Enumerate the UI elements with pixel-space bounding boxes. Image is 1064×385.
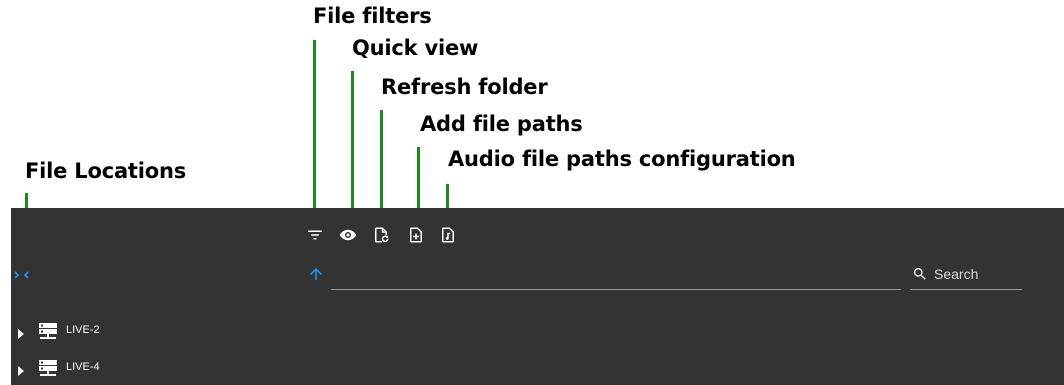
- eye-icon[interactable]: [339, 226, 357, 244]
- search-icon: [912, 266, 928, 282]
- refresh-file-icon[interactable]: [372, 226, 390, 244]
- caret-right-icon[interactable]: [17, 363, 25, 376]
- caret-right-icon[interactable]: [17, 326, 25, 339]
- tree-item-label: LIVE-4: [66, 361, 100, 373]
- annotation-refresh-folder: Refresh folder: [381, 75, 548, 99]
- tree-item-label: LIVE-2: [66, 324, 100, 336]
- annotation-quick-view: Quick view: [352, 36, 479, 60]
- filter-icon[interactable]: [306, 226, 324, 244]
- audio-file-icon[interactable]: [439, 226, 457, 244]
- leader-line-file-filters: [313, 40, 316, 222]
- server-icon: [38, 359, 58, 377]
- server-icon: [38, 322, 58, 340]
- add-file-icon[interactable]: [407, 226, 425, 244]
- annotation-add-file-paths: Add file paths: [420, 112, 583, 136]
- tree-item[interactable]: LIVE-4: [11, 357, 271, 379]
- search-input[interactable]: [934, 264, 1022, 284]
- annotation-file-locations: File Locations: [25, 159, 187, 183]
- annotation-file-filters: File filters: [313, 4, 432, 28]
- annotation-audio-config: Audio file paths configuration: [448, 147, 796, 171]
- collapse-sidebar-icon[interactable]: [13, 268, 31, 282]
- tree-item[interactable]: LIVE-2: [11, 320, 271, 342]
- search-box[interactable]: [910, 260, 1022, 290]
- arrow-up-icon[interactable]: [307, 265, 325, 283]
- path-input[interactable]: [331, 270, 901, 290]
- leader-line-quick-view: [351, 71, 354, 226]
